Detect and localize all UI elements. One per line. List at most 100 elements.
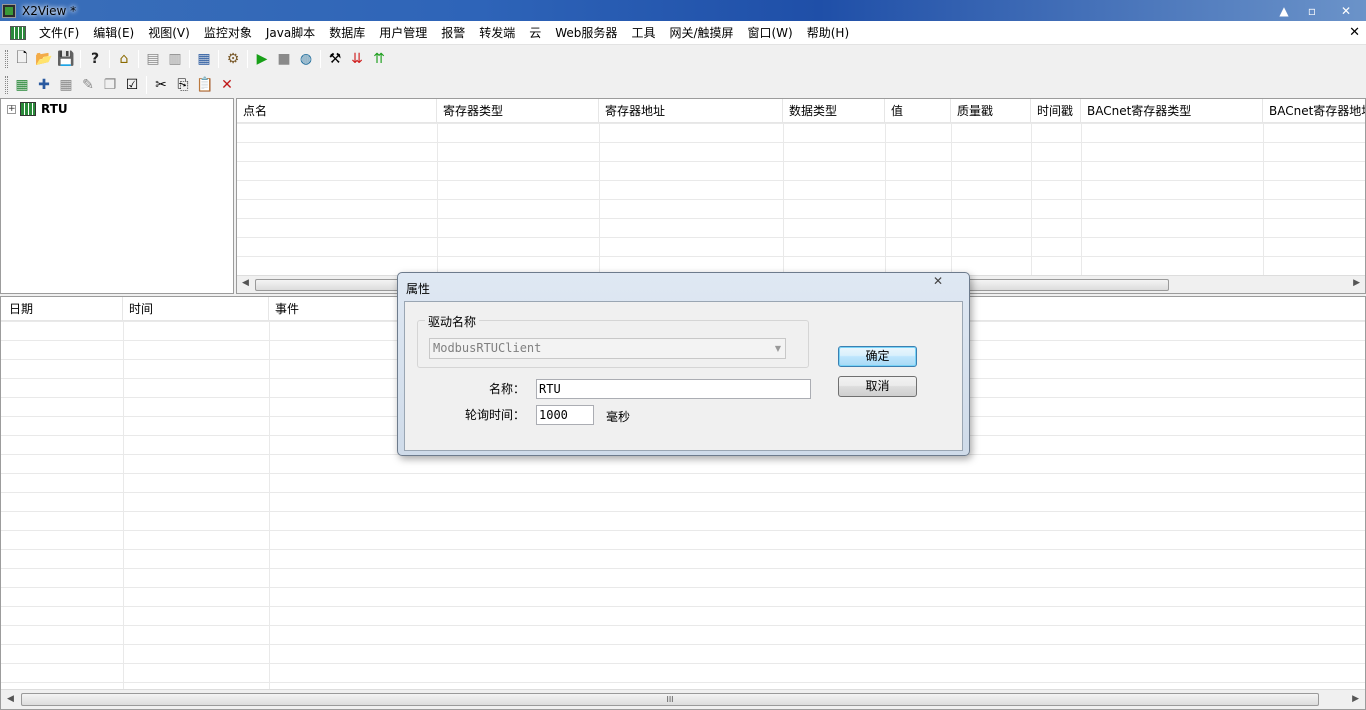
poll-time-input[interactable]: 1000 [536,405,594,425]
column-divider [1031,123,1032,275]
driver-icon [20,102,36,116]
points-grid: 点名 寄存器类型 寄存器地址 数据类型 值 质量戳 时间戳 BACnet寄存器类… [236,98,1366,294]
tree-expander-icon[interactable]: + [7,104,16,114]
dialog-close-icon[interactable]: ✕ [929,274,947,290]
events-horizontal-scrollbar[interactable]: ◀ III ▶ [1,689,1365,709]
toolbar-separator [218,49,219,68]
column-header-timestamp[interactable]: 时间戳 [1031,99,1081,123]
up-icon[interactable]: ⇈ [368,48,390,70]
driver-name-value: ModbusRTUClient [433,341,542,355]
help-icon[interactable]: ? [84,48,106,70]
driver-name-group-label: 驱动名称 [425,313,480,330]
column-header-point-name[interactable]: 点名 [237,99,437,123]
menu-alarm[interactable]: 报警 [434,21,472,45]
menu-window[interactable]: 窗口(W) [741,21,800,45]
add-point-icon[interactable]: ✚ [33,74,55,96]
menu-monitor-objects[interactable]: 监控对象 [197,21,259,45]
menu-edit[interactable]: 编辑(E) [86,21,141,45]
dialog-title: 属性 [406,282,431,296]
home-icon[interactable]: ⌂ [113,48,135,70]
column-header-time[interactable]: 时间 [123,297,269,321]
column-header-quality[interactable]: 质量戳 [951,99,1031,123]
copy-icon[interactable]: ⎘ [172,74,194,96]
add-driver-icon[interactable]: ▦ [11,74,33,96]
toolbar-separator [189,49,190,68]
poll-time-label: 轮询时间： [464,408,525,422]
mdi-document-icon[interactable] [10,25,26,40]
column-divider [269,321,270,689]
stop-icon[interactable]: ■ [273,48,295,70]
menu-forwarder[interactable]: 转发端 [472,21,522,45]
refresh-icon[interactable]: ◍ [295,48,317,70]
column-divider [951,123,952,275]
menu-cloud[interactable]: 云 [522,21,548,45]
menu-java-script[interactable]: Java脚本 [259,21,322,45]
copy-page-icon[interactable]: ❐ [99,74,121,96]
open-folder-icon[interactable]: 📂 [33,48,55,70]
column-header-value[interactable]: 值 [885,99,951,123]
menu-user-management[interactable]: 用户管理 [372,21,434,45]
menu-view[interactable]: 视图(V) [141,21,197,45]
column-header-bacnet-register-address[interactable]: BACnet寄存器地址 [1263,99,1365,123]
scroll-left-icon[interactable]: ◀ [7,694,14,704]
menu-gateway-touchscreen[interactable]: 网关/触摸屏 [662,21,740,45]
points-grid-header: 点名 寄存器类型 寄存器地址 数据类型 值 质量戳 时间戳 BACnet寄存器类… [237,99,1365,123]
menu-tools[interactable]: 工具 [624,21,662,45]
scroll-thumb[interactable]: III [21,693,1319,706]
menu-web-server[interactable]: Web服务器 [548,21,624,45]
tools-icon[interactable]: ⚒ [324,48,346,70]
column-divider [599,123,600,275]
column-divider [437,123,438,275]
grid-icon[interactable]: ▦ [55,74,77,96]
menu-database[interactable]: 数据库 [322,21,372,45]
print-icon[interactable]: ▥ [164,48,186,70]
toolbar-separator [138,49,139,68]
menu-help[interactable]: 帮助(H) [800,21,856,45]
menu-bar: 文件(F) 编辑(E) 视图(V) 监控对象 Java脚本 数据库 用户管理 报… [0,21,1366,45]
scroll-left-icon[interactable]: ◀ [242,278,249,288]
toolbar-separator [109,49,110,68]
points-grid-body[interactable] [237,123,1365,275]
new-file-icon[interactable]: 🗋 [11,48,33,70]
column-header-register-address[interactable]: 寄存器地址 [599,99,783,123]
mdi-close-icon[interactable]: ✕ [1349,25,1360,40]
name-input[interactable]: RTU [536,379,811,399]
window-title: X2View * [22,3,77,18]
scroll-right-icon[interactable]: ▶ [1353,278,1360,288]
column-header-date[interactable]: 日期 [1,297,123,321]
menu-file[interactable]: 文件(F) [32,21,86,45]
cancel-button[interactable]: 取消 [838,376,917,397]
scroll-grip: III [666,695,674,704]
toolbar-separator [320,49,321,68]
cut-icon[interactable]: ✂ [150,74,172,96]
ok-button[interactable]: 确定 [838,346,917,367]
title-bar: X2View * ▲ ▫ ✕ [0,0,1366,21]
device-icon[interactable]: ▦ [193,48,215,70]
properties-icon[interactable]: ☑ [121,74,143,96]
toolbar-grip[interactable] [5,49,8,68]
toolbar-grip[interactable] [5,75,8,94]
column-divider [783,123,784,275]
app-icon [2,3,16,18]
wrench-icon[interactable]: ✎ [77,74,99,96]
column-header-data-type[interactable]: 数据类型 [783,99,885,123]
scroll-right-icon[interactable]: ▶ [1352,694,1359,704]
minimize-icon[interactable]: ▲ [1270,0,1298,21]
column-divider [1263,123,1264,275]
toolbar-separator [146,75,147,94]
load-icon[interactable]: ⇊ [346,48,368,70]
restore-icon[interactable]: ▫ [1298,0,1326,21]
column-header-register-type[interactable]: 寄存器类型 [437,99,599,123]
paste-icon[interactable]: 📋 [194,74,216,96]
config-icon[interactable]: ⚙ [222,48,244,70]
main-toolbar: 🗋 📂 💾 ? ⌂ ▤ ▥ ▦ ⚙ ▶ ■ ◍ ⚒ ⇊ ⇈ [0,46,405,71]
screen-icon[interactable]: ▤ [142,48,164,70]
poll-time-unit: 毫秒 [606,410,631,424]
close-window-icon[interactable]: ✕ [1326,0,1366,21]
toolbar-separator [80,49,81,68]
delete-icon[interactable]: ✕ [216,74,238,96]
play-icon[interactable]: ▶ [251,48,273,70]
tree-node-rtu[interactable]: + RTU [7,102,68,116]
column-header-bacnet-register-type[interactable]: BACnet寄存器类型 [1081,99,1263,123]
save-icon[interactable]: 💾 [55,48,77,70]
